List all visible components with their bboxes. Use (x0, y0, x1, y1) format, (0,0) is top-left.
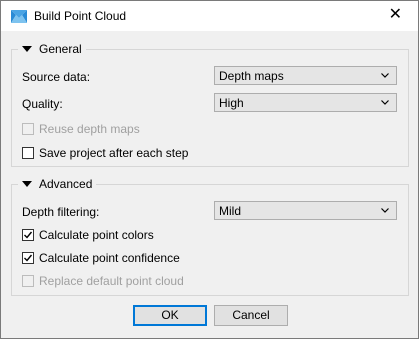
checkbox-box (22, 252, 34, 264)
calculate-point-colors-checkbox[interactable]: Calculate point colors (22, 228, 154, 242)
general-group-title: General (39, 42, 82, 56)
chevron-down-icon (381, 208, 389, 213)
checkbox-box (22, 275, 34, 287)
chevron-down-icon (381, 73, 389, 78)
reuse-depth-maps-checkbox[interactable]: Reuse depth maps (22, 122, 140, 136)
quality-label: Quality: (22, 97, 63, 111)
source-data-select[interactable]: Depth maps (214, 66, 397, 85)
calculate-point-confidence-label: Calculate point confidence (39, 251, 180, 265)
checkmark-icon (24, 231, 33, 239)
cancel-button[interactable]: Cancel (214, 305, 288, 326)
calculate-point-confidence-checkbox[interactable]: Calculate point confidence (22, 251, 180, 265)
depth-filtering-select[interactable]: Mild (214, 201, 397, 220)
ok-button[interactable]: OK (133, 305, 207, 326)
chevron-down-icon (381, 100, 389, 105)
source-data-value: Depth maps (219, 69, 284, 83)
title-bar[interactable]: Build Point Cloud ✕ (1, 1, 418, 31)
replace-default-point-cloud-label: Replace default point cloud (39, 274, 184, 288)
close-icon[interactable]: ✕ (389, 6, 402, 24)
save-project-label: Save project after each step (39, 146, 189, 160)
source-data-label: Source data: (22, 70, 91, 84)
save-project-checkbox[interactable]: Save project after each step (22, 146, 188, 160)
checkbox-box (22, 123, 34, 135)
triangle-down-icon (22, 46, 32, 52)
advanced-group-header[interactable]: Advanced (18, 177, 97, 191)
checkbox-box (22, 147, 34, 159)
app-icon (11, 10, 27, 23)
build-point-cloud-dialog: Build Point Cloud ✕ General Source data:… (0, 0, 419, 339)
replace-default-point-cloud-checkbox[interactable]: Replace default point cloud (22, 274, 184, 288)
triangle-down-icon (22, 181, 32, 187)
depth-filtering-label: Depth filtering: (22, 205, 100, 219)
checkbox-box (22, 229, 34, 241)
advanced-group-title: Advanced (39, 177, 93, 191)
reuse-depth-maps-label: Reuse depth maps (39, 122, 140, 136)
dialog-title: Build Point Cloud (34, 9, 127, 23)
calculate-point-colors-label: Calculate point colors (39, 228, 154, 242)
quality-select[interactable]: High (214, 93, 397, 112)
quality-value: High (219, 96, 244, 110)
depth-filtering-value: Mild (219, 204, 242, 218)
general-group-header[interactable]: General (18, 42, 86, 56)
checkmark-icon (24, 254, 33, 262)
